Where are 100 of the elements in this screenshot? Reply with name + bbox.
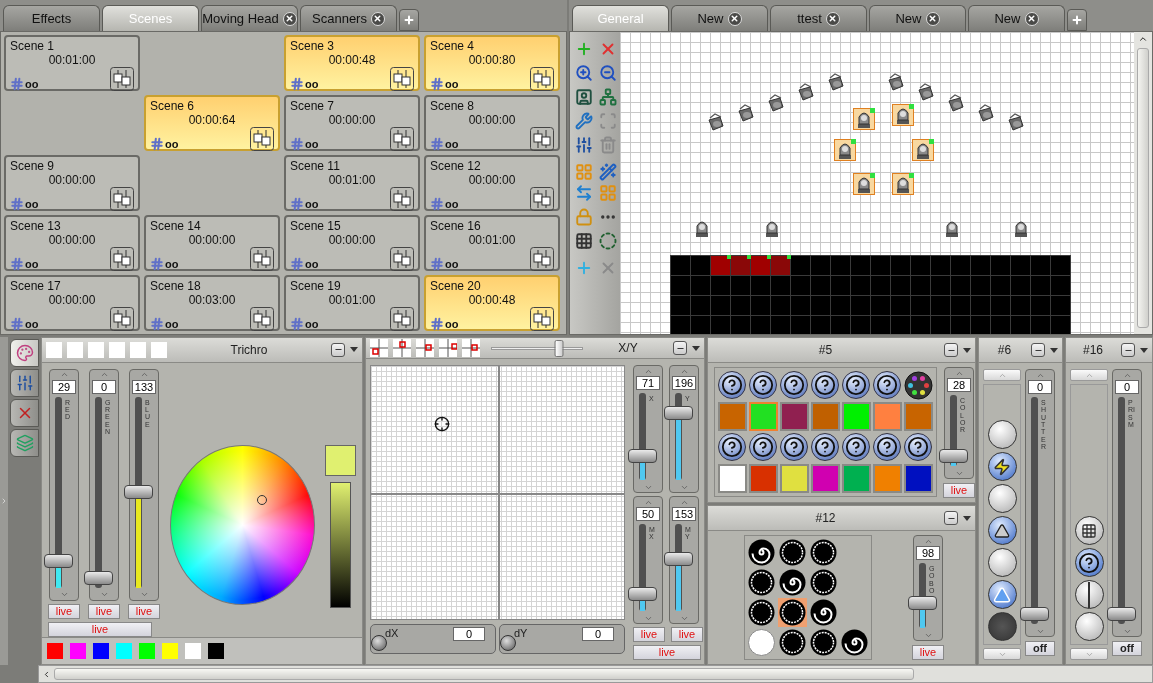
minimize-button[interactable] (1031, 343, 1045, 357)
fixture[interactable] (975, 102, 997, 124)
color-swatch[interactable] (811, 464, 840, 493)
off-button[interactable]: off (1025, 641, 1055, 656)
fixture[interactable] (795, 81, 817, 103)
question-button[interactable] (1074, 548, 1104, 577)
close-tab-button[interactable] (370, 11, 385, 26)
fader-thumb[interactable] (1020, 607, 1049, 621)
sliders-icon[interactable] (575, 136, 593, 154)
scene-button[interactable]: Scene 8 00:00:00 oo (424, 95, 560, 151)
off-button[interactable]: off (1112, 641, 1142, 656)
fader-thumb[interactable] (124, 485, 153, 500)
spiral-gobo[interactable] (840, 628, 869, 657)
live-button[interactable]: live (943, 483, 975, 498)
zoom-in-icon[interactable] (575, 64, 593, 82)
minimize-button[interactable] (673, 341, 687, 355)
side-tab[interactable] (10, 399, 39, 427)
scroll-up-button[interactable] (1070, 369, 1108, 381)
palette-swatch[interactable] (116, 642, 132, 659)
live-button[interactable]: live (633, 645, 701, 660)
fader-thumb[interactable] (939, 449, 968, 463)
dropdown-caret-icon[interactable] (1050, 347, 1058, 353)
prism-button[interactable] (1074, 516, 1104, 545)
scene-button[interactable]: Scene 6 00:00:64 oo (144, 95, 280, 151)
crosshair-mode-icon[interactable] (416, 339, 434, 357)
color-swatch[interactable] (842, 402, 871, 431)
tab[interactable]: Moving Head (201, 5, 298, 31)
tab[interactable]: New (869, 5, 966, 31)
spiral-gobo[interactable] (778, 568, 807, 597)
question-button[interactable] (718, 371, 746, 399)
fixture[interactable] (765, 92, 787, 114)
side-tab[interactable] (10, 339, 39, 367)
fixture[interactable] (853, 108, 875, 130)
fixture[interactable] (885, 71, 907, 93)
zoom-slider-thumb[interactable] (554, 339, 564, 357)
crosshair-mode-icon[interactable] (439, 339, 457, 357)
fader-thumb[interactable] (84, 570, 113, 585)
live-button[interactable]: live (128, 603, 160, 619)
question-button[interactable] (873, 371, 901, 399)
palette-swatch[interactable] (208, 642, 224, 659)
minimize-button[interactable] (944, 511, 958, 525)
zoom-out-icon[interactable] (599, 64, 617, 82)
dotted-ring-gobo[interactable] (778, 628, 807, 657)
wand-icon[interactable] (599, 163, 617, 181)
color-swatch[interactable] (718, 402, 747, 431)
scene-button[interactable]: Scene 14 00:00:00 oo (144, 215, 280, 271)
question-button[interactable] (749, 433, 777, 461)
wrench-icon[interactable] (575, 112, 593, 130)
scrollbar-thumb[interactable] (1137, 48, 1149, 328)
tab[interactable]: Scanners (300, 5, 397, 31)
network-icon[interactable] (599, 88, 617, 106)
question-button[interactable] (811, 433, 839, 461)
palette-swatch[interactable] (185, 642, 201, 659)
matrix-icon[interactable] (575, 232, 593, 250)
color-swatch[interactable] (842, 464, 871, 493)
color-swatch[interactable] (780, 402, 809, 431)
live-button[interactable]: live (633, 627, 665, 642)
scene-button[interactable]: Scene 11 00:01:00 oo (284, 155, 420, 211)
close-tab-button[interactable] (825, 11, 840, 26)
add-tab-button[interactable] (399, 9, 419, 31)
dropdown-caret-icon[interactable] (692, 345, 700, 351)
fixture[interactable] (945, 92, 967, 114)
question-button[interactable] (904, 433, 932, 461)
color-swatch[interactable] (749, 402, 778, 431)
question-button[interactable] (780, 371, 808, 399)
scroll-down-button[interactable] (983, 648, 1021, 660)
fader-thumb[interactable] (1107, 607, 1136, 621)
live-button[interactable]: live (671, 627, 703, 642)
color-swatch[interactable] (718, 464, 747, 493)
tab[interactable]: New (671, 5, 768, 31)
question-button[interactable] (811, 371, 839, 399)
fixture[interactable] (912, 139, 934, 161)
color-swatch[interactable] (780, 464, 809, 493)
question-button[interactable] (842, 433, 870, 461)
fader-thumb[interactable] (628, 448, 657, 463)
question-button[interactable] (873, 433, 901, 461)
fader-thumb[interactable] (908, 596, 937, 611)
round-button[interactable] (987, 484, 1017, 513)
brightness-bar[interactable] (330, 481, 351, 608)
palette-swatch[interactable] (162, 642, 178, 659)
dropdown-caret-icon[interactable] (963, 515, 971, 521)
add-tab-button[interactable] (1067, 9, 1087, 31)
scene-button[interactable]: Scene 3 00:00:48 oo (284, 35, 420, 91)
scene-button[interactable]: Scene 13 00:00:00 oo (4, 215, 140, 271)
fixture[interactable] (1005, 111, 1027, 133)
scene-button[interactable]: Scene 17 00:00:00 oo (4, 275, 140, 331)
question-button[interactable] (780, 433, 808, 461)
live-button[interactable]: live (48, 603, 80, 619)
color-swatch[interactable] (749, 464, 778, 493)
round-button[interactable] (987, 612, 1017, 641)
palette-swatch[interactable] (47, 642, 63, 659)
scroll-left-icon[interactable] (42, 669, 51, 679)
scene-button[interactable]: Scene 20 00:00:48 oo (424, 275, 560, 331)
dotted-ring-gobo[interactable] (747, 568, 776, 597)
crosshair-mode-icon[interactable] (393, 339, 411, 357)
scene-button[interactable]: Scene 15 00:00:00 oo (284, 215, 420, 271)
dropdown-caret-icon[interactable] (963, 347, 971, 353)
scene-button[interactable]: Scene 4 00:00:80 oo (424, 35, 560, 91)
minimize-button[interactable] (331, 342, 345, 357)
dotted-ring-gobo[interactable] (809, 568, 838, 597)
